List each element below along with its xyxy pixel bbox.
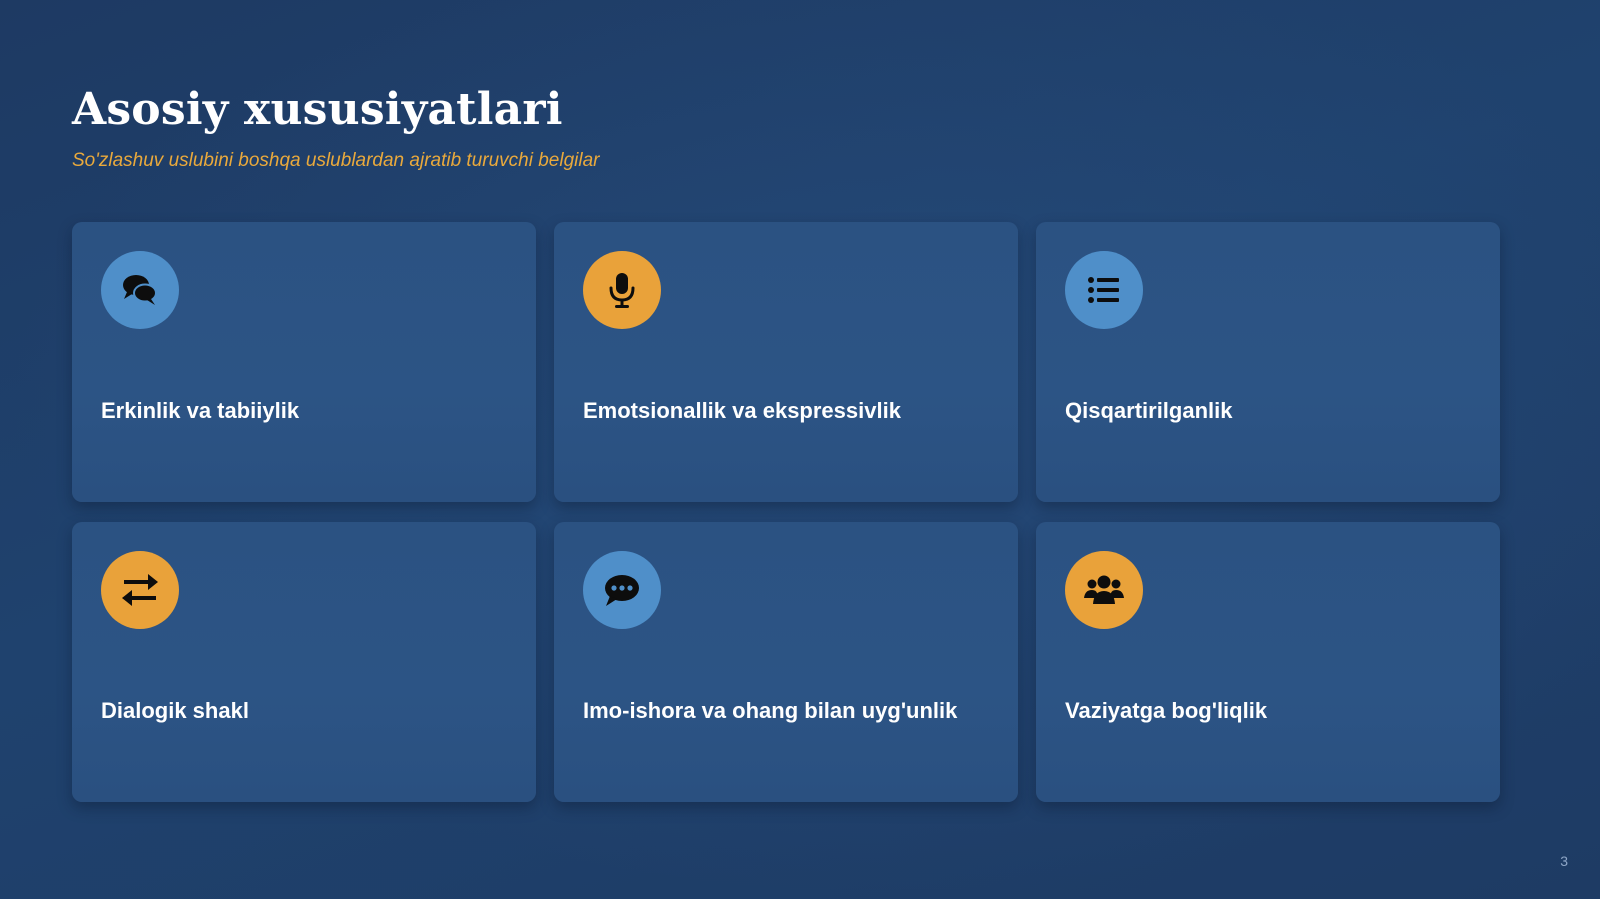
page-number: 3	[1560, 853, 1568, 869]
microphone-icon	[583, 251, 661, 329]
users-icon-glyph	[1084, 575, 1124, 604]
slide-subtitle: So'zlashuv uslubini boshqa uslublardan a…	[72, 150, 600, 171]
users-icon	[1065, 551, 1143, 629]
feature-card-imo-ishora: Imo-ishora va ohang bilan uyg'unlik	[554, 522, 1018, 802]
exchange-arrows-icon	[101, 551, 179, 629]
feature-label: Imo-ishora va ohang bilan uyg'unlik	[583, 698, 958, 723]
feature-label: Dialogik shakl	[101, 698, 249, 723]
comments-icon-glyph	[123, 275, 157, 305]
feature-label: Vaziyatga bog'liqlik	[1065, 698, 1268, 723]
list-icon-glyph	[1088, 277, 1119, 303]
comment-dots-icon	[583, 551, 661, 629]
feature-label: Erkinlik va tabiiylik	[101, 398, 300, 423]
feature-card-erkinlik: Erkinlik va tabiiylik	[72, 222, 536, 502]
feature-card-dialogik: Dialogik shakl	[72, 522, 536, 802]
comment-dots-icon-glyph	[605, 575, 639, 606]
feature-card-vaziyat: Vaziyatga bog'liqlik	[1036, 522, 1500, 802]
feature-card-qisqartirilganlik: Qisqartirilganlik	[1036, 222, 1500, 502]
feature-label: Qisqartirilganlik	[1065, 398, 1233, 423]
feature-card-emotsionallik: Emotsionallik va ekspressivlik	[554, 222, 1018, 502]
slide-title: Asosiy xususiyatlari	[72, 84, 563, 135]
microphone-icon-glyph	[609, 273, 635, 308]
features-grid: Erkinlik va tabiiylik Emotsionallik va e…	[72, 222, 1500, 802]
comments-icon	[101, 251, 179, 329]
slide: Asosiy xususiyatlari So'zlashuv uslubini…	[0, 0, 1600, 899]
list-icon	[1065, 251, 1143, 329]
feature-label: Emotsionallik va ekspressivlik	[583, 398, 901, 423]
exchange-arrows-icon-glyph	[122, 574, 158, 606]
